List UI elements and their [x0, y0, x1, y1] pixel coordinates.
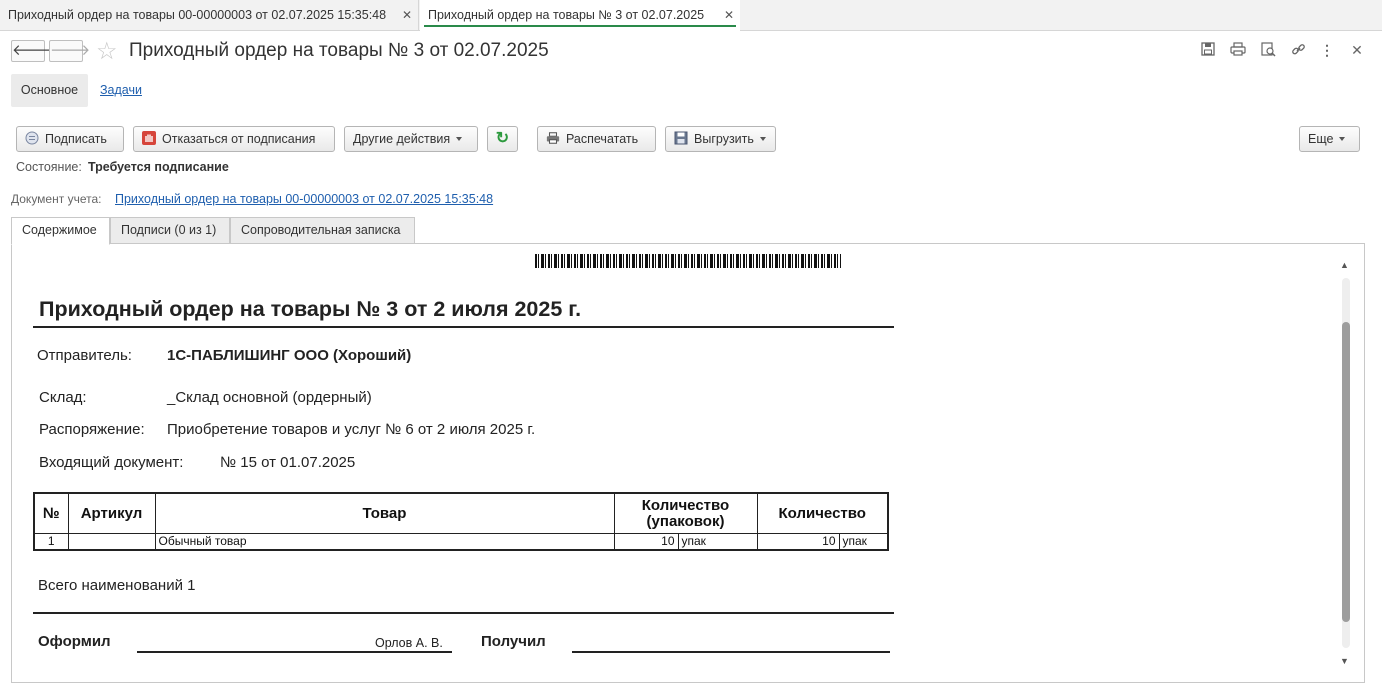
- accounting-doc-link[interactable]: Приходный ордер на товары 00-00000003 от…: [115, 192, 493, 206]
- save-icon: [674, 129, 688, 145]
- state-label: Состояние:: [16, 160, 82, 174]
- signature-icon: [25, 129, 39, 145]
- footer-separator: [33, 612, 894, 614]
- back-button[interactable]: 🡐: [11, 40, 52, 62]
- cell-number: 1: [33, 533, 69, 551]
- section-tasks-link[interactable]: Задачи: [100, 83, 142, 97]
- state-value: Требуется подписание: [88, 160, 229, 174]
- window-tab-label: Приходный ордер на товары № 3 от 02.07.2…: [428, 8, 705, 22]
- more-label: Еще: [1308, 132, 1334, 146]
- stop-hand-icon: [142, 129, 156, 145]
- tab-contents[interactable]: Содержимое: [11, 217, 110, 245]
- order-label: Распоряжение:: [39, 421, 145, 438]
- incoming-doc-value: № 15 от 01.07.2025: [220, 454, 356, 471]
- accounting-doc-label: Документ учета:: [11, 192, 102, 206]
- print-button[interactable]: Распечатать: [537, 126, 656, 152]
- received-label: Получил: [481, 633, 546, 650]
- tab-signatures[interactable]: Подписи (0 из 1): [110, 217, 230, 244]
- tab-cover-note[interactable]: Сопроводительная записка: [230, 217, 415, 244]
- section-main[interactable]: Основное: [11, 74, 88, 107]
- col-header-qty: Количество: [756, 492, 889, 534]
- refuse-signing-label: Отказаться от подписания: [162, 132, 316, 146]
- cell-qty-packs: 10: [613, 533, 679, 551]
- cell-qty: 10: [756, 533, 840, 551]
- window-tab-receipt-order-00000003[interactable]: Приходный ордер на товары 00-00000003 от…: [0, 0, 419, 30]
- table-header-row: № Артикул Товар Количество (упаковок) Ко…: [33, 492, 889, 534]
- scroll-down-icon[interactable]: ▼: [1340, 656, 1349, 666]
- sign-button[interactable]: Подписать: [16, 126, 124, 152]
- made-by-label: Оформил: [38, 633, 111, 650]
- window-tab-label: Приходный ордер на товары 00-00000003 от…: [8, 8, 387, 22]
- print-icon[interactable]: [1230, 42, 1246, 58]
- table-row: 1 Обычный товар 10 упак 10 упак: [33, 533, 889, 551]
- col-header-number: №: [33, 492, 69, 534]
- more-dropdown[interactable]: Еще: [1299, 126, 1360, 152]
- warehouse-label: Склад:: [39, 389, 87, 406]
- scroll-up-icon[interactable]: ▲: [1340, 260, 1349, 270]
- window-tab-bar: Приходный ордер на товары 00-00000003 от…: [0, 0, 1382, 31]
- chevron-down-icon: [1339, 137, 1346, 141]
- made-by-signature-line: [137, 651, 452, 653]
- sign-button-label: Подписать: [45, 132, 107, 146]
- warehouse-value: _Склад основной (ордерный): [167, 389, 372, 406]
- title-underline: [33, 326, 894, 328]
- barcode: [535, 254, 841, 268]
- document-title: Приходный ордер на товары № 3 от 2 июля …: [39, 297, 582, 321]
- favorite-star-icon[interactable]: ☆: [96, 37, 118, 66]
- col-header-article: Артикул: [67, 492, 156, 534]
- refresh-button[interactable]: ↻: [487, 126, 518, 152]
- made-by-name: Орлов А. В.: [375, 636, 443, 650]
- other-actions-dropdown[interactable]: Другие действия: [344, 126, 478, 152]
- goods-table: № Артикул Товар Количество (упаковок) Ко…: [33, 492, 889, 551]
- preview-icon[interactable]: [1260, 42, 1276, 58]
- close-icon[interactable]: ✕: [1349, 42, 1365, 58]
- chevron-down-icon: [456, 137, 463, 141]
- cell-item: Обычный товар: [154, 533, 615, 551]
- arrow-left-icon: 🡐: [12, 42, 53, 59]
- other-actions-label: Другие действия: [353, 132, 451, 146]
- print-button-label: Распечатать: [566, 132, 639, 146]
- refresh-icon: ↻: [495, 130, 510, 147]
- window-tab-receipt-order-3[interactable]: Приходный ордер на товары № 3 от 02.07.2…: [420, 0, 740, 31]
- export-dropdown[interactable]: Выгрузить: [665, 126, 776, 152]
- refuse-signing-button[interactable]: Отказаться от подписания: [133, 126, 335, 152]
- order-value: Приобретение товаров и услуг № 6 от 2 ию…: [167, 421, 536, 438]
- sender-value: 1С-ПАБЛИШИНГ ООО (Хороший): [167, 347, 412, 364]
- close-icon[interactable]: ✕: [402, 0, 412, 30]
- cell-article: [67, 533, 156, 551]
- forward-button[interactable]: 🡒: [49, 40, 90, 62]
- export-label: Выгрузить: [694, 132, 754, 146]
- cell-unit-packs: упак: [677, 533, 758, 551]
- total-items: Всего наименований 1: [38, 577, 196, 594]
- col-header-qty-packs: Количество (упаковок): [613, 492, 758, 534]
- page-title: Приходный ордер на товары № 3 от 02.07.2…: [129, 40, 549, 61]
- scrollbar-thumb[interactable]: [1342, 322, 1350, 622]
- printer-icon: [546, 129, 560, 144]
- sender-label: Отправитель:: [37, 347, 132, 364]
- close-icon[interactable]: ✕: [724, 0, 734, 30]
- arrow-right-icon: 🡒: [50, 42, 91, 59]
- incoming-doc-label: Входящий документ:: [39, 454, 184, 471]
- save-icon[interactable]: [1200, 42, 1216, 58]
- col-header-item: Товар: [154, 492, 615, 534]
- more-vertical-icon[interactable]: ⋮: [1319, 42, 1335, 58]
- received-signature-line: [572, 651, 890, 653]
- cell-unit: упак: [838, 533, 889, 551]
- link-icon[interactable]: [1290, 42, 1306, 58]
- chevron-down-icon: [759, 137, 766, 141]
